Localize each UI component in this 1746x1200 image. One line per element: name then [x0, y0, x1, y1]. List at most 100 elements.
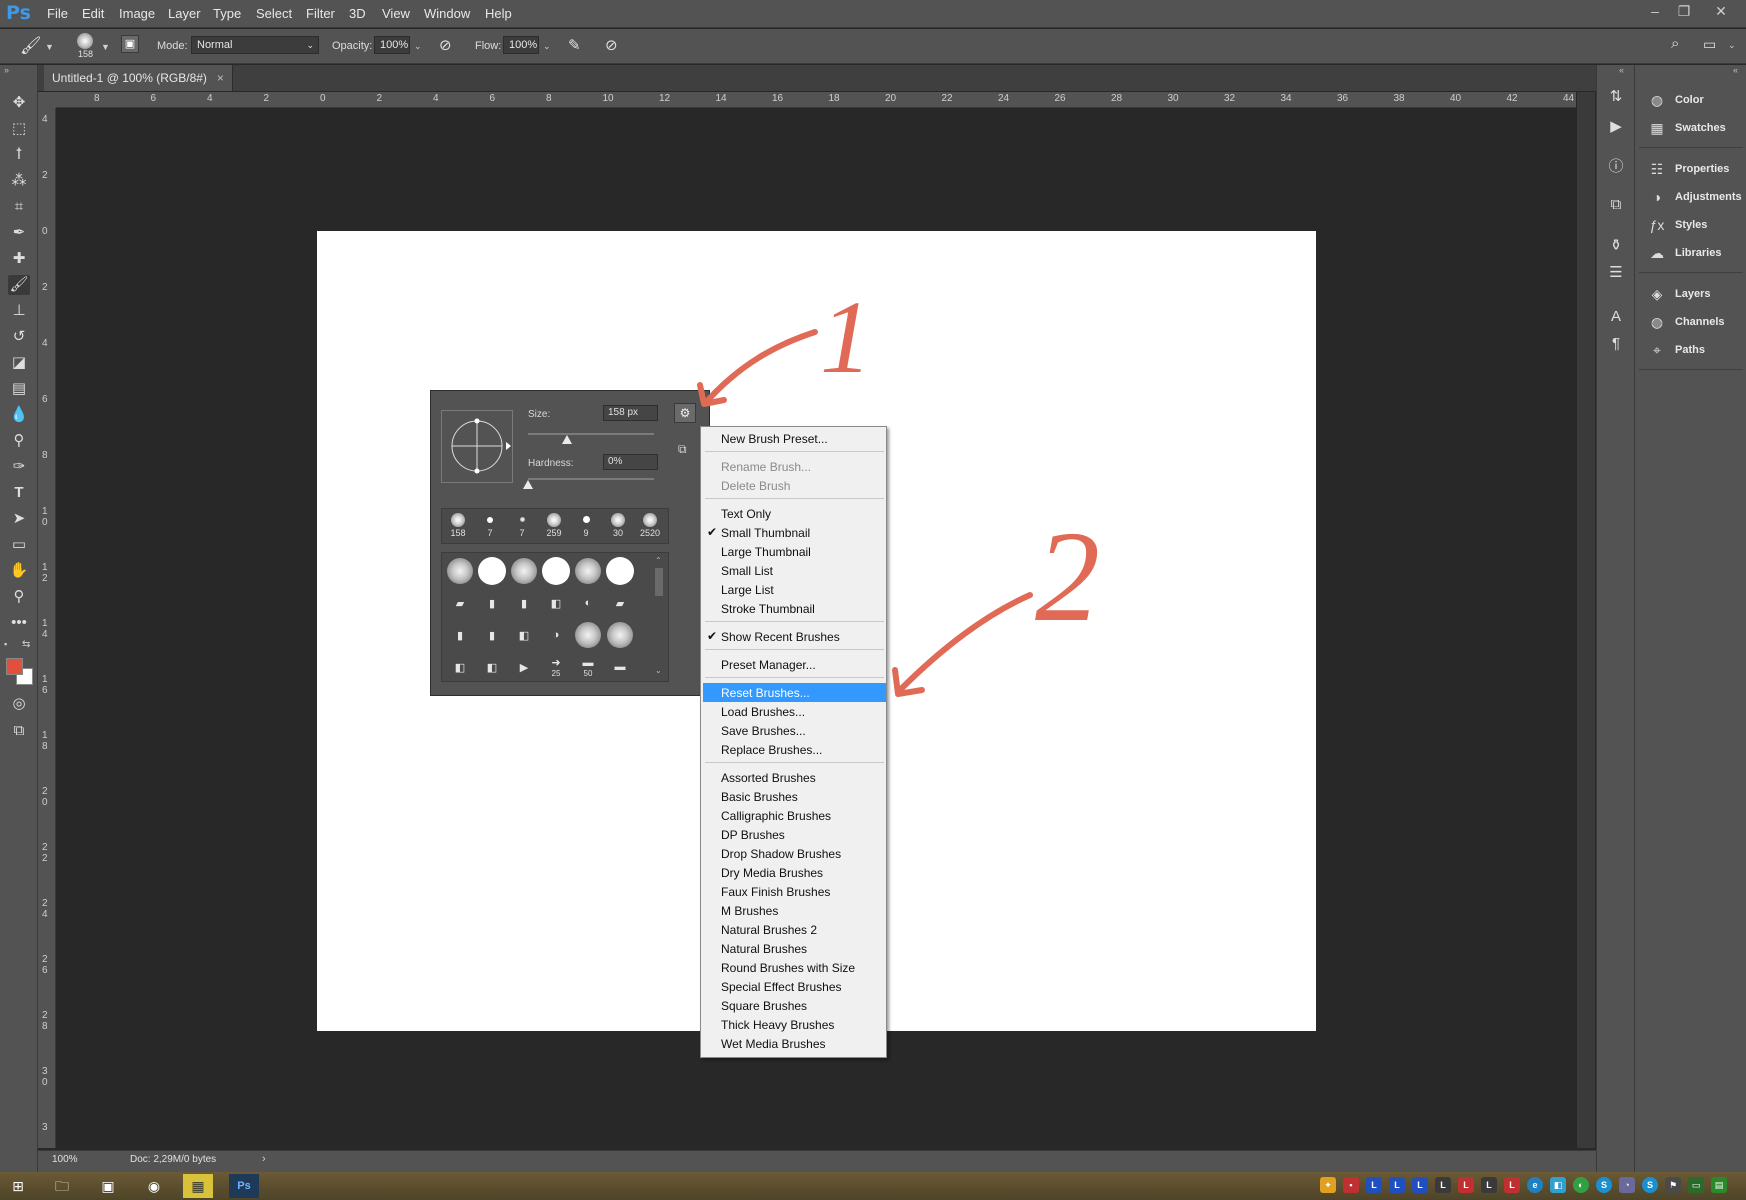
path-selection-tool-icon[interactable]: ➤: [8, 509, 30, 529]
menu-item-large-thumbnail[interactable]: Large Thumbnail: [703, 542, 886, 561]
lasso-tool-icon[interactable]: ꝉ: [8, 145, 30, 165]
vertical-ruler[interactable]: 4 2 0 2 4 6 8 1 0 1 2 1 4 1 6 1 8 2 0 2 2 2 4 2 6 2 8 3 0…: [38, 108, 56, 1148]
clone-source-panel-icon[interactable]: ⧉: [1606, 195, 1626, 215]
dodge-tool-icon[interactable]: ⚲: [8, 431, 30, 451]
menu-item-drop-shadow-brushes[interactable]: Drop Shadow Brushes: [703, 844, 886, 863]
tray-icon[interactable]: ◧: [1550, 1177, 1566, 1193]
tray-icon[interactable]: L: [1504, 1177, 1520, 1193]
menu-item-assorted-brushes[interactable]: Assorted Brushes: [703, 768, 886, 787]
restore-button[interactable]: ❐: [1675, 3, 1693, 21]
menu-view[interactable]: View: [382, 6, 410, 21]
brush-preset[interactable]: ▮: [476, 619, 508, 651]
document-tab[interactable]: Untitled-1 @ 100% (RGB/8#) ×: [44, 65, 233, 91]
tray-icon[interactable]: ◔: [1619, 1177, 1635, 1193]
size-slider-thumb[interactable]: [562, 435, 573, 444]
dock-item-color[interactable]: ◍ Color: [1647, 89, 1743, 111]
brush-preset[interactable]: ◧: [508, 619, 540, 651]
brush-preset[interactable]: ◐: [572, 587, 604, 619]
menu-image[interactable]: Image: [119, 6, 155, 21]
dock-item-properties[interactable]: ☷ Properties: [1647, 158, 1743, 180]
menu-item-natural-brushes-2[interactable]: Natural Brushes 2: [703, 920, 886, 939]
flow-caret-icon[interactable]: ⌄: [543, 41, 551, 52]
flow-field[interactable]: 100%: [503, 36, 539, 54]
brush-picker-caret-icon[interactable]: ▼: [101, 42, 110, 52]
history-panel-icon[interactable]: ⇅: [1606, 87, 1626, 107]
screen-mode-icon[interactable]: ⧉: [8, 721, 30, 741]
brush-settings-gear-button[interactable]: ⚙: [674, 403, 696, 423]
close-tab-icon[interactable]: ×: [217, 71, 224, 85]
menu-item-natural-brushes[interactable]: Natural Brushes: [703, 939, 886, 958]
menu-item-load-brushes[interactable]: Load Brushes...: [703, 702, 886, 721]
menu-file[interactable]: File: [47, 6, 68, 21]
zoom-level[interactable]: 100%: [52, 1154, 78, 1165]
opacity-caret-icon[interactable]: ⌄: [414, 41, 422, 52]
brush-preview-icon[interactable]: [77, 33, 93, 49]
collapse-tools-icon[interactable]: »: [4, 65, 9, 75]
collapse-strip-icon[interactable]: «: [1619, 65, 1624, 75]
recent-brush[interactable]: 259: [538, 509, 570, 545]
tray-icon[interactable]: L: [1389, 1177, 1405, 1193]
pen-tool-icon[interactable]: ✑: [8, 457, 30, 477]
dock-item-styles[interactable]: ƒx Styles: [1647, 214, 1743, 236]
brush-preset[interactable]: [604, 619, 636, 651]
eyedropper-tool-icon[interactable]: ✒: [8, 223, 30, 243]
menu-item-faux-finish-brushes[interactable]: Faux Finish Brushes: [703, 882, 886, 901]
menu-item-m-brushes[interactable]: M Brushes: [703, 901, 886, 920]
skype-icon[interactable]: S: [1642, 1177, 1658, 1193]
history-brush-tool-icon[interactable]: ↺: [8, 327, 30, 347]
brush-preset[interactable]: ▬ 50: [572, 651, 604, 683]
info-panel-icon[interactable]: ⓘ: [1606, 157, 1626, 177]
brush-preset[interactable]: ▰: [604, 587, 636, 619]
tray-icon[interactable]: L: [1366, 1177, 1382, 1193]
pressure-size-icon[interactable]: ⊘: [605, 36, 618, 54]
windows-start-icon[interactable]: ⊞: [3, 1174, 33, 1198]
brush-preset[interactable]: ◑: [540, 619, 572, 651]
tray-icon[interactable]: ✦: [1320, 1177, 1336, 1193]
workspace-icon[interactable]: ▭: [1703, 36, 1716, 53]
workspace-caret-icon[interactable]: ⌄: [1728, 40, 1736, 51]
quick-mask-icon[interactable]: ◎: [8, 694, 30, 714]
menu-item-small-list[interactable]: Small List: [703, 561, 886, 580]
brush-presets-panel-icon[interactable]: ☰: [1606, 263, 1626, 283]
clone-stamp-tool-icon[interactable]: ⊥: [8, 301, 30, 321]
dock-item-channels[interactable]: ◍ Channels: [1647, 311, 1743, 333]
horizontal-ruler[interactable]: 8 6 4 2 0 2 4 6 8 10 12 14 16 18 20 22 24 26 28 30 32 34 36 38 4…: [56, 92, 1576, 108]
recent-brush[interactable]: 30: [602, 509, 634, 545]
scroll-thumb[interactable]: [655, 568, 663, 596]
character-panel-icon[interactable]: A: [1606, 307, 1626, 327]
hardness-slider-track[interactable]: [528, 478, 654, 480]
recent-brush[interactable]: 158: [442, 509, 474, 545]
mode-select[interactable]: Normal ⌄: [191, 36, 319, 54]
menu-item-show-recent-brushes[interactable]: ✔ Show Recent Brushes: [703, 627, 886, 646]
recent-brush[interactable]: 2520: [634, 509, 666, 545]
brush-tip-preview[interactable]: [441, 410, 513, 483]
default-colors-icon[interactable]: ▪: [4, 639, 7, 649]
brush-preset[interactable]: ◧: [540, 587, 572, 619]
dock-item-layers[interactable]: ◈ Layers: [1647, 283, 1743, 305]
brush-panel-toggle-icon[interactable]: ▣: [121, 35, 139, 53]
vertical-scrollbar[interactable]: [1577, 92, 1595, 1148]
rectangle-tool-icon[interactable]: ▭: [8, 535, 30, 555]
dock-item-libraries[interactable]: ☁ Libraries: [1647, 242, 1743, 264]
menu-layer[interactable]: Layer: [168, 6, 201, 21]
menu-window[interactable]: Window: [424, 6, 470, 21]
menu-item-large-list[interactable]: Large List: [703, 580, 886, 599]
brush-preset[interactable]: [540, 555, 572, 587]
scroll-up-icon[interactable]: ⌃: [655, 556, 662, 565]
more-tools-icon[interactable]: •••: [8, 613, 30, 633]
brush-preset[interactable]: [508, 555, 540, 587]
gradient-tool-icon[interactable]: ▤: [8, 379, 30, 399]
brush-preset[interactable]: [604, 555, 636, 587]
tray-icon[interactable]: e: [1527, 1177, 1543, 1193]
brush-preset[interactable]: ➜ 25: [540, 651, 572, 683]
brush-preset[interactable]: [476, 555, 508, 587]
size-slider-track[interactable]: [528, 433, 654, 435]
menu-item-save-brushes[interactable]: Save Brushes...: [703, 721, 886, 740]
menu-item-square-brushes[interactable]: Square Brushes: [703, 996, 886, 1015]
skype-icon[interactable]: S: [1596, 1177, 1612, 1193]
menu-help[interactable]: Help: [485, 6, 512, 21]
menu-item-new-brush-preset[interactable]: New Brush Preset...: [703, 429, 886, 448]
menu-3d[interactable]: 3D: [349, 6, 366, 21]
tray-icon[interactable]: ▭: [1688, 1177, 1704, 1193]
tray-icon[interactable]: ⚑: [1665, 1177, 1681, 1193]
